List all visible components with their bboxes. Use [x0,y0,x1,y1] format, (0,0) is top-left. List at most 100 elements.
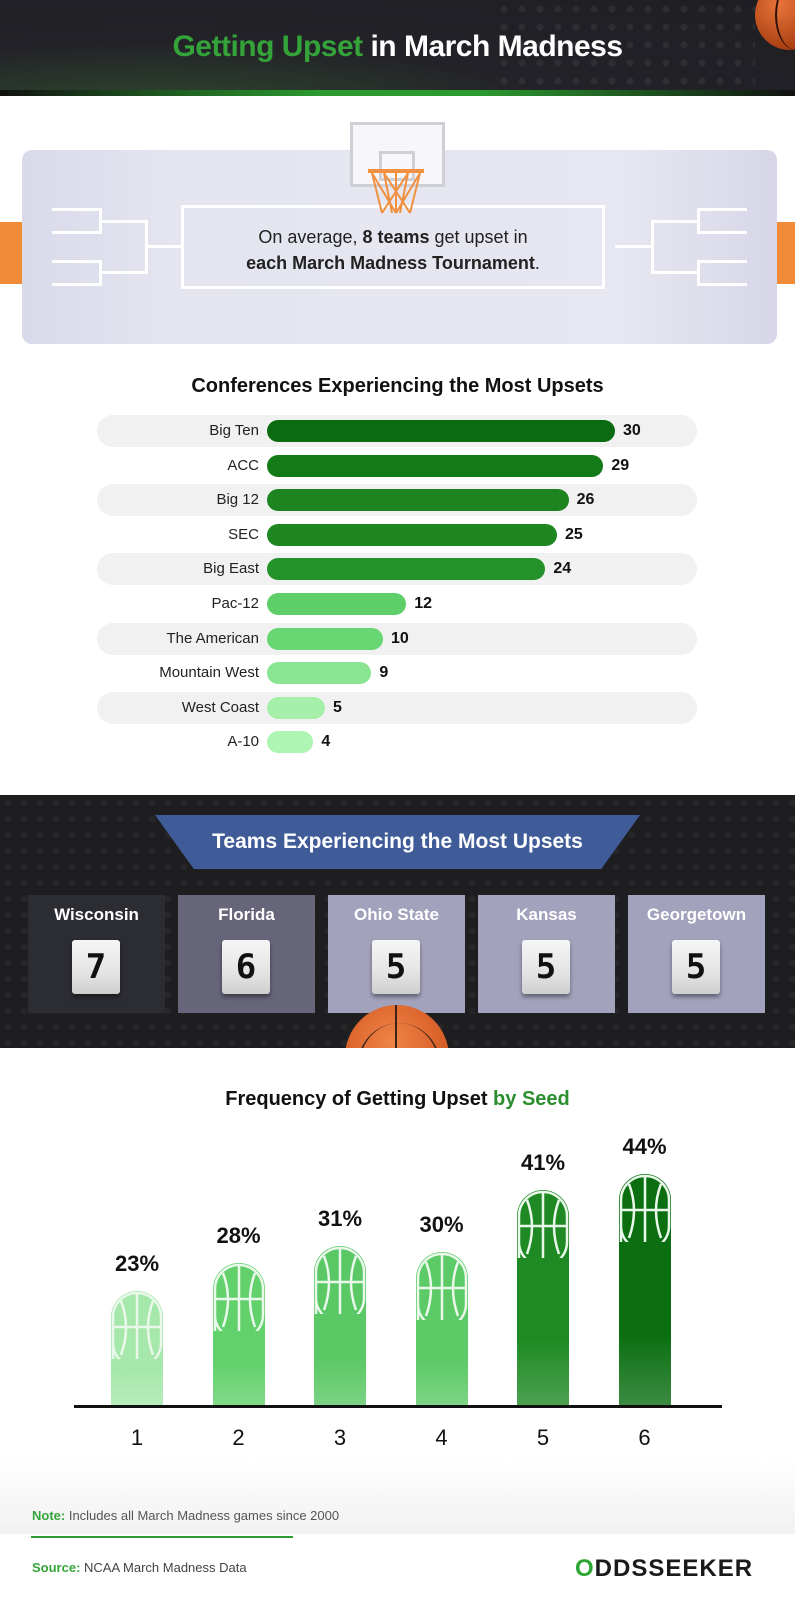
seed-bar-chart: 23% 1 28% 2 31% 3 30% 4 41% 5 44% 6 [0,1120,795,1450]
oddsseeker-logo: ODDSSEEKER [575,1555,753,1583]
conference-row: SEC 25 [97,519,697,551]
conference-bar [267,420,615,442]
conference-value: 29 [611,456,630,474]
team-card: Florida 6 [178,895,315,1013]
conference-value: 24 [553,560,572,578]
seed-value-label: 41% [520,1150,566,1176]
seed-value-label: 30% [419,1212,464,1237]
seed-value-label: 44% [622,1133,667,1159]
seed-tick-label: 1 [130,1425,144,1450]
seed-bar [618,1173,671,1405]
logo-text: DDSSEEKER [594,1555,754,1582]
bracket-line [52,260,102,286]
upset-count-digit: 5 [672,940,720,994]
x-axis-line [74,1405,722,1408]
seed-title-highlight: by Seed [493,1088,570,1110]
seed-bar [212,1263,265,1405]
conferences-chart-title: Conferences Experiencing the Most Upsets [191,375,604,397]
team-name: Wisconsin [54,905,139,924]
bracket-line [651,220,697,274]
note-label: Note: [32,1508,66,1523]
seed-tick-label: 5 [536,1425,550,1450]
conference-bar [267,627,383,650]
upset-count-digit: 6 [222,940,270,994]
conference-bar [267,696,325,719]
conference-row: The American 10 [97,622,697,655]
teams-title-banner: Teams Experiencing the Most Upsets [155,815,640,869]
conference-value: 10 [391,629,409,647]
seed-value-label: 23% [114,1251,160,1277]
source: Source: NCAA March Madness Data [32,1560,247,1575]
basketball-icon [517,1191,569,1259]
conference-label: Mountain West [159,664,259,682]
conference-bar [267,662,372,685]
conference-bar [267,731,314,754]
logo-o: O [575,1555,595,1582]
conference-value: 25 [565,525,583,543]
conference-label: Pac-12 [211,595,259,612]
intro-bold-count: 8 teams [362,227,430,247]
conferences-bar-chart: Big Ten 30 ACC 29 Big 12 26 SEC 25 Big East 24 Pac… [97,415,697,765]
note: Note: Includes all March Madness games s… [32,1508,339,1523]
orange-accent-left [0,222,22,284]
conference-bar [267,489,569,512]
seed-value-label: 28% [216,1223,261,1249]
seed-bar [111,1291,163,1405]
intro-text: . [534,253,540,273]
page-title: Getting Upset in March Madness [0,30,795,64]
team-card: Georgetown 5 [628,895,765,1013]
team-name: Georgetown [646,905,747,924]
bracket-line [52,208,102,234]
conference-value: 9 [379,664,389,682]
upset-count-digit: 5 [522,940,570,994]
note-text: Includes all March Madness games since 2… [65,1508,340,1523]
team-name: Kansas [516,905,577,924]
team-card: Wisconsin 7 [28,895,165,1013]
hoop-net-icon [368,169,424,214]
bracket-line [615,245,651,248]
seed-tick-label: 2 [232,1425,245,1450]
conference-label: SEC [228,525,259,543]
seed-tick-label: 3 [333,1425,347,1450]
divider [31,1536,293,1538]
header-accent-bar [0,90,795,96]
conference-row: A-10 4 [97,726,697,758]
conference-row: ACC 29 [97,450,697,482]
conference-row: Big Ten 30 [97,415,697,447]
title-rest: in March Madness [362,30,623,63]
source-label: Source: [32,1560,81,1575]
upset-count-digit: 7 [72,940,120,994]
intro-text: get upset in [429,227,528,247]
conference-label: A-10 [227,733,259,751]
bracket-line [697,208,747,234]
conference-row: Pac-12 12 [97,588,697,620]
upset-count-digit: 5 [372,940,420,994]
team-name: Ohio State [353,905,439,924]
bracket-line [148,245,184,248]
conference-row: West Coast 5 [97,691,697,724]
conference-bar [267,454,604,477]
basketball-icon [416,1252,467,1320]
conference-label: ACC [227,456,259,474]
bracket-line [697,260,747,286]
conference-label: West Coast [181,698,259,716]
team-card: Ohio State 5 [328,895,465,1013]
basketball-icon [213,1264,264,1332]
basketball-icon [619,1174,670,1242]
conference-value: 30 [623,422,641,439]
conference-value: 26 [576,491,595,509]
conference-bar [267,558,546,581]
intro-text: On average, [258,227,363,247]
conference-label: Big East [203,560,259,578]
conference-bar [267,523,557,546]
seed-tick-label: 4 [435,1425,448,1450]
source-text: NCAA March Madness Data [80,1560,247,1575]
seed-tick-label: 6 [638,1425,651,1450]
seed-value-label: 31% [317,1206,363,1232]
seed-bar [415,1252,468,1405]
conference-bar [267,593,407,615]
seed-title-main: Frequency of Getting Upset [225,1088,494,1110]
team-name: Florida [218,905,275,924]
teams-section: Teams Experiencing the Most Upsets Wisco… [0,795,795,1048]
bracket-line [102,220,148,274]
